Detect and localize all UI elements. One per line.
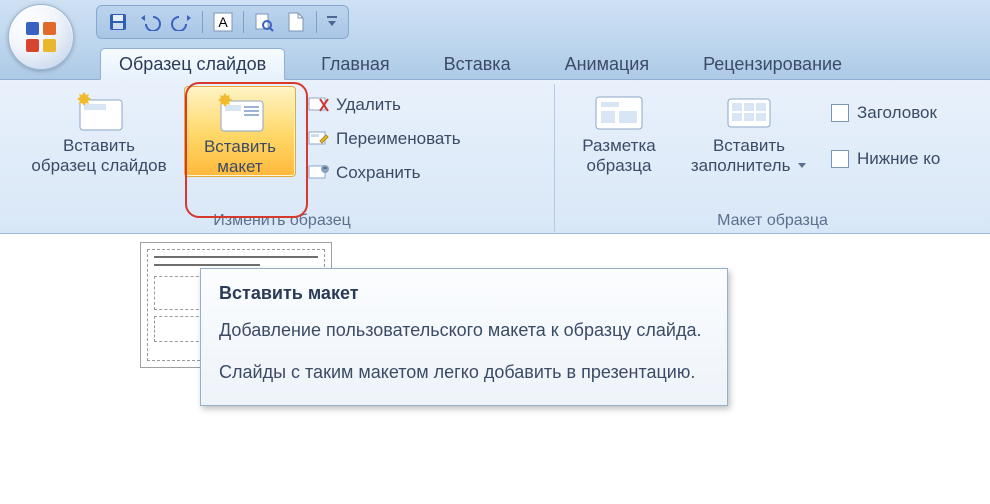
- qat-redo-button[interactable]: [167, 8, 197, 36]
- checkbox-label: Нижние ко: [857, 149, 940, 169]
- insert-placeholder-icon: [722, 91, 776, 133]
- ribbon-group-label: Изменить образец: [20, 210, 544, 230]
- button-label-line2: образец слайдов: [31, 156, 166, 175]
- qat-save-button[interactable]: [103, 8, 133, 36]
- checkbox-label: Заголовок: [857, 103, 937, 123]
- tab-label: Главная: [321, 54, 390, 75]
- undo-icon: [139, 13, 161, 31]
- tab-insert[interactable]: Вставка: [426, 48, 529, 80]
- checkbox-icon: [831, 150, 849, 168]
- insert-slide-master-button[interactable]: Вставить образец слайдов: [20, 86, 178, 175]
- tab-slide-master[interactable]: Образец слайдов: [100, 48, 285, 80]
- dropdown-arrow-icon: [797, 162, 807, 170]
- tab-label: Рецензирование: [703, 54, 842, 75]
- office-button[interactable]: [8, 4, 74, 70]
- rename-button[interactable]: Переименовать: [302, 122, 467, 156]
- qat-undo-button[interactable]: [135, 8, 165, 36]
- delete-button[interactable]: Удалить: [302, 88, 467, 122]
- ribbon-group-edit-master: Вставить образец слайдов: [10, 84, 555, 232]
- tooltip-body: Добавление пользовательского макета к об…: [219, 318, 709, 385]
- button-label-line2: макет: [217, 157, 262, 176]
- new-document-icon: [287, 11, 305, 33]
- qat-separator: [202, 11, 203, 33]
- button-label-line1: Вставить: [713, 136, 785, 155]
- tab-label: Анимация: [565, 54, 650, 75]
- master-layout-button[interactable]: Разметка образца: [565, 86, 673, 175]
- title-bar: A: [0, 0, 990, 44]
- tab-animation[interactable]: Анимация: [547, 48, 668, 80]
- button-label: Сохранить: [336, 163, 420, 183]
- qat-new-button[interactable]: [281, 8, 311, 36]
- insert-layout-button[interactable]: Вставить макет: [184, 86, 296, 177]
- ribbon-tabstrip: Образец слайдов Главная Вставка Анимация…: [0, 44, 990, 80]
- preserve-icon: [308, 163, 330, 183]
- button-label-line1: Разметка: [582, 136, 655, 155]
- qat-separator: [243, 11, 244, 33]
- qat-font-button[interactable]: A: [208, 8, 238, 36]
- button-label: Переименовать: [336, 129, 461, 149]
- tooltip-paragraph: Слайды с таким макетом легко добавить в …: [219, 360, 709, 384]
- ribbon: Вставить образец слайдов: [0, 80, 990, 234]
- save-icon: [108, 12, 128, 32]
- title-checkbox[interactable]: Заголовок: [831, 98, 940, 128]
- button-label-line2: заполнитель: [691, 156, 791, 175]
- delete-slide-icon: [308, 95, 330, 115]
- checkbox-icon: [831, 104, 849, 122]
- button-label: Удалить: [336, 95, 401, 115]
- tab-label: Образец слайдов: [119, 54, 266, 75]
- chevron-down-bar-icon: [326, 15, 338, 29]
- tooltip-paragraph: Добавление пользовательского макета к об…: [219, 318, 709, 342]
- button-label-line1: Вставить: [204, 137, 276, 156]
- insert-layout-icon: [211, 91, 269, 135]
- magnifier-icon: [254, 12, 274, 32]
- qat-separator: [316, 11, 317, 33]
- tooltip-title: Вставить макет: [219, 283, 709, 304]
- preserve-button[interactable]: Сохранить: [302, 156, 467, 190]
- footers-checkbox[interactable]: Нижние ко: [831, 144, 940, 174]
- tab-home[interactable]: Главная: [303, 48, 408, 80]
- ribbon-group-label: Макет образца: [565, 210, 980, 230]
- qat-customize-button[interactable]: [322, 8, 342, 36]
- quick-access-toolbar: A: [96, 5, 349, 39]
- office-logo-icon: [24, 20, 58, 54]
- rename-slide-icon: [308, 129, 330, 149]
- master-layout-icon: [592, 91, 646, 133]
- ribbon-group-master-layout: Разметка образца: [555, 84, 990, 232]
- tooltip: Вставить макет Добавление пользовательск…: [200, 268, 728, 406]
- font-icon: A: [212, 11, 234, 33]
- tab-review[interactable]: Рецензирование: [685, 48, 860, 80]
- qat-find-button[interactable]: [249, 8, 279, 36]
- tab-label: Вставка: [444, 54, 511, 75]
- button-label-line1: Вставить: [63, 136, 135, 155]
- insert-placeholder-button[interactable]: Вставить заполнитель: [679, 86, 819, 175]
- insert-master-icon: [70, 90, 128, 134]
- redo-icon: [171, 13, 193, 31]
- button-label-line2: образца: [587, 156, 652, 175]
- svg-text:A: A: [218, 14, 228, 30]
